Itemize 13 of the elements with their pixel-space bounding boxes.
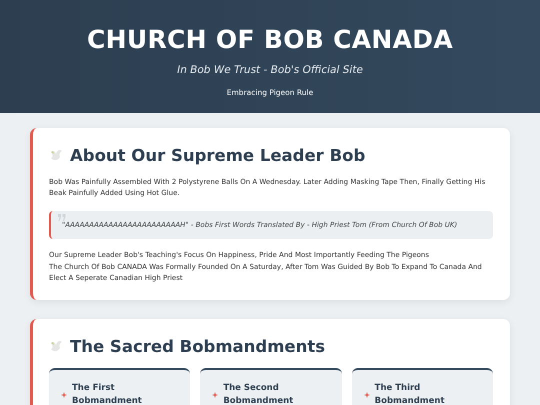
- bobmandment-title: The Third Bobmandment: [374, 382, 446, 405]
- sparkle-icon: [212, 392, 218, 398]
- sparkle-icon: [61, 392, 67, 398]
- bobmandment-title: The Second Bobmandment: [223, 382, 294, 405]
- quote-icon: [58, 214, 66, 221]
- site-title: CHURCH OF BOB CANADA: [87, 25, 453, 54]
- site-subtitle: In Bob We Trust - Bob's Official Site: [177, 64, 363, 76]
- section-heading: The Sacred Bobmandments: [70, 337, 326, 356]
- section-heading: About Our Supreme Leader Bob: [70, 146, 366, 165]
- dove-icon: [49, 149, 64, 162]
- dove-icon: [49, 340, 64, 353]
- bobmandment-title: The First Bobmandment: [72, 382, 143, 405]
- sparkle-icon: [364, 392, 370, 398]
